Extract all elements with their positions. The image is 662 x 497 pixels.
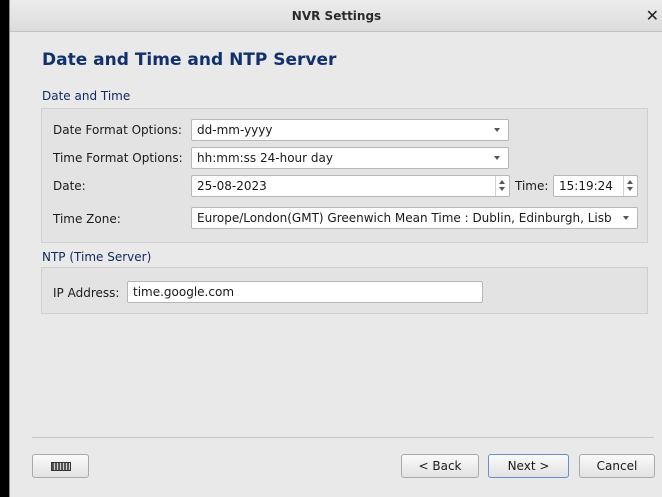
footer-divider [32,437,654,438]
window-title: NVR Settings [291,9,382,23]
back-button[interactable]: < Back [401,454,479,478]
keyboard-button[interactable] [32,454,89,478]
date-label: Date: [53,179,86,193]
ip-address-field[interactable]: time.google.com [127,281,483,303]
date-spinbox[interactable]: 25-08-2023 [191,175,510,197]
keyboard-icon [51,462,71,471]
cancel-button[interactable]: Cancel [579,454,655,478]
date-format-label: Date Format Options: [53,123,182,137]
date-format-value: dd-mm-yyyy [197,123,273,137]
time-zone-label: Time Zone: [53,212,121,226]
spin-down-icon[interactable] [627,187,633,191]
cancel-button-label: Cancel [596,459,638,473]
time-spinbox[interactable]: 15:19:24 [553,175,638,197]
time-format-select[interactable]: hh:mm:ss 24-hour day [191,147,509,169]
time-value: 15:19:24 [559,179,613,193]
ntp-section-label: NTP (Time Server) [42,250,152,264]
spin-down-icon[interactable] [499,187,505,191]
date-time-section-label: Date and Time [42,89,131,103]
chevron-down-icon [623,216,629,220]
date-spin-buttons[interactable] [495,176,509,196]
nvr-settings-dialog: NVR Settings ✕ Date and Time and NTP Ser… [9,0,662,497]
title-bar[interactable]: NVR Settings ✕ [10,0,662,32]
chevron-down-icon [494,128,500,132]
left-edge [0,0,9,497]
time-format-value: hh:mm:ss 24-hour day [197,151,333,165]
time-zone-select[interactable]: Europe/London(GMT) Greenwich Mean Time :… [191,207,638,229]
spin-up-icon[interactable] [499,180,505,184]
time-format-label: Time Format Options: [53,151,183,165]
date-value: 25-08-2023 [197,179,267,193]
next-button-label: Next > [507,459,550,473]
spin-up-icon[interactable] [627,180,633,184]
next-button[interactable]: Next > [488,454,569,478]
date-time-group: Date Format Options: dd-mm-yyyy Time For… [41,108,648,243]
ntp-group: IP Address: time.google.com [41,267,648,314]
time-zone-value: Europe/London(GMT) Greenwich Mean Time :… [197,211,612,225]
time-label: Time: [515,179,549,193]
ip-address-value: time.google.com [133,285,235,299]
back-button-label: < Back [418,459,462,473]
date-format-select[interactable]: dd-mm-yyyy [191,119,509,141]
page-title: Date and Time and NTP Server [42,50,337,70]
close-icon[interactable]: ✕ [646,6,659,25]
ip-address-label: IP Address: [53,286,120,300]
chevron-down-icon [494,156,500,160]
time-spin-buttons[interactable] [623,176,637,196]
